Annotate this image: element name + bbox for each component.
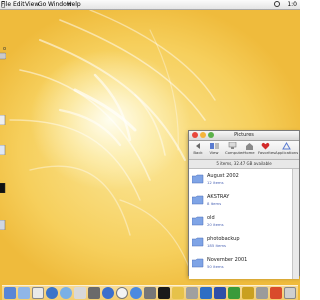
home-icon xyxy=(245,143,253,150)
music-icon[interactable] xyxy=(242,287,254,299)
heart-icon xyxy=(261,142,269,150)
finder-icon[interactable] xyxy=(4,287,16,299)
document-icon xyxy=(0,182,6,194)
desktop-icon-document[interactable] xyxy=(0,215,6,234)
list-item[interactable]: November 2001 50 items xyxy=(192,255,290,275)
safari-icon[interactable] xyxy=(130,287,142,299)
iphoto-icon[interactable] xyxy=(74,287,86,299)
excel-icon[interactable] xyxy=(228,287,240,299)
item-info: 20 items xyxy=(207,222,224,227)
desktop-icon-document[interactable] xyxy=(0,110,6,129)
desktop-icon-document[interactable] xyxy=(0,178,6,197)
back-button[interactable]: Back xyxy=(191,142,205,155)
toolbar: Back View Computer Home Favorites Applic… xyxy=(189,141,299,160)
item-info: 12 items xyxy=(207,180,224,185)
item-name: old xyxy=(207,215,215,221)
view-icon xyxy=(209,143,219,149)
list-item[interactable]: August 2002 12 items xyxy=(192,171,290,191)
item-info: 185 items xyxy=(207,243,227,248)
applications-label: Applications xyxy=(275,150,299,155)
imovie-icon[interactable] xyxy=(88,287,100,299)
status-bar: 5 items, 32.47 GB available xyxy=(189,160,299,169)
list-item[interactable]: old 20 items xyxy=(192,213,290,233)
item-name: August 2002 xyxy=(207,173,239,179)
photoshop-icon[interactable] xyxy=(200,287,212,299)
home-button[interactable]: Home xyxy=(242,142,256,155)
favorites-button[interactable]: Favorites xyxy=(258,142,276,155)
item-name: photobackup xyxy=(207,236,240,242)
view-label: View xyxy=(209,150,219,155)
desktop-icon-document[interactable] xyxy=(0,140,6,159)
hard-drive-icon xyxy=(0,52,7,60)
document-icon xyxy=(0,114,6,126)
finder-window: Pictures Back View Computer Home Favorit… xyxy=(188,130,300,279)
ie-icon[interactable] xyxy=(46,287,58,299)
app-icon[interactable] xyxy=(256,287,268,299)
folder-icon xyxy=(192,195,204,205)
folder-icon xyxy=(192,216,204,226)
quicktime-icon[interactable] xyxy=(102,287,114,299)
dock xyxy=(2,285,298,300)
itunes-icon[interactable] xyxy=(60,287,72,299)
menu-bar:  File Edit View Go Window Help 1:0 xyxy=(0,0,300,10)
folder-icon xyxy=(192,237,204,247)
preferences-icon[interactable] xyxy=(144,287,156,299)
folder-icon xyxy=(192,174,204,184)
item-name: November 2001 xyxy=(207,257,248,263)
item-info: 8 items xyxy=(207,201,222,206)
terminal-icon[interactable] xyxy=(158,287,170,299)
item-name: AKSTRAY xyxy=(207,194,230,200)
trash-icon[interactable] xyxy=(284,287,296,299)
applications-button[interactable]: Applications xyxy=(275,142,299,155)
menubar-clock[interactable]: 1:0 xyxy=(287,0,297,9)
favorites-label: Favorites xyxy=(258,150,276,155)
title-bar[interactable]: Pictures xyxy=(189,131,299,141)
list-item[interactable]: photobackup 185 items xyxy=(192,234,290,254)
computer-icon xyxy=(228,142,236,149)
home-label: Home xyxy=(243,150,255,155)
desktop-icon-hard-drive[interactable]: o xyxy=(0,46,7,65)
clock-icon[interactable] xyxy=(274,1,280,7)
clock-icon[interactable] xyxy=(116,287,128,299)
folder-icon[interactable] xyxy=(186,287,198,299)
ichat-icon[interactable] xyxy=(32,287,44,299)
file-list: August 2002 12 items AKSTRAY 8 items old… xyxy=(189,169,299,279)
document-icon xyxy=(0,219,6,231)
item-info: 50 items xyxy=(207,264,224,269)
menu-help[interactable]: Help xyxy=(67,0,81,9)
computer-label: Computer xyxy=(225,150,244,155)
menu-file[interactable]: File xyxy=(1,0,11,9)
computer-button[interactable]: Computer xyxy=(225,142,244,155)
app-icon[interactable] xyxy=(270,287,282,299)
applications-icon xyxy=(281,142,291,150)
scrollbar[interactable] xyxy=(292,169,299,279)
menu-edit[interactable]: Edit xyxy=(13,0,25,9)
desktop-icon-label: o xyxy=(3,46,7,52)
document-icon xyxy=(0,144,6,156)
back-arrow-icon xyxy=(195,143,200,149)
list-item[interactable]: AKSTRAY 8 items xyxy=(192,192,290,212)
folder-icon xyxy=(192,258,204,268)
folder-icon[interactable] xyxy=(172,287,184,299)
back-label: Back xyxy=(193,150,203,155)
desktop:  File Edit View Go Window Help 1:0 o Pi… xyxy=(0,0,300,300)
mail-icon[interactable] xyxy=(18,287,30,299)
view-button[interactable]: View xyxy=(207,142,221,155)
window-title: Pictures xyxy=(234,132,254,138)
menu-go[interactable]: Go xyxy=(38,0,46,9)
word-icon[interactable] xyxy=(214,287,226,299)
